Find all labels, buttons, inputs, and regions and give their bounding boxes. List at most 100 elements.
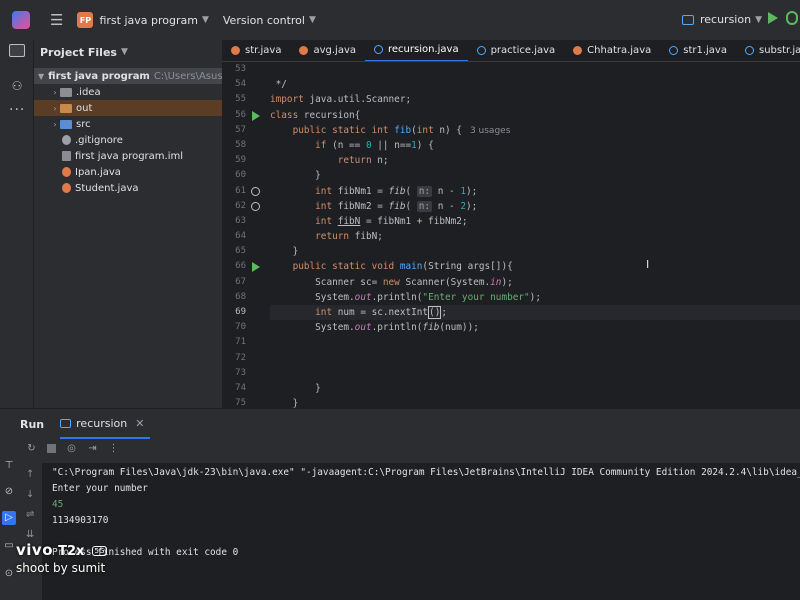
- screenshot-icon[interactable]: ◎: [66, 443, 77, 454]
- tree-item-src[interactable]: › src: [34, 116, 222, 132]
- chevron-down-icon[interactable]: ▼: [202, 15, 209, 25]
- tab-str1-java[interactable]: str1.java: [660, 40, 736, 61]
- tree-item-student[interactable]: Student.java: [34, 180, 222, 196]
- chevron-right-icon[interactable]: ›: [50, 120, 60, 129]
- line-number: 67: [235, 276, 246, 287]
- stop-icon[interactable]: [47, 444, 56, 453]
- chevron-down-icon[interactable]: ▼: [121, 47, 128, 57]
- version-control-icon[interactable]: ⊙: [2, 567, 16, 581]
- code-line: }: [270, 170, 321, 182]
- line-number: 59: [235, 155, 246, 166]
- tree-item-label: Ipan.java: [75, 166, 121, 178]
- more-options-icon[interactable]: ⋮: [108, 443, 119, 454]
- excluded-folder-icon: [60, 103, 72, 113]
- tab-substr-java[interactable]: substr.ja: [736, 40, 800, 61]
- line-number-text: 61: [235, 185, 246, 196]
- usages-hint[interactable]: 3 usages: [470, 126, 510, 136]
- terminal-icon[interactable]: ⊤: [2, 459, 16, 473]
- tree-item-out[interactable]: › out: [34, 100, 222, 116]
- title-bar: ☰ FP first java program ▼ Version contro…: [0, 0, 800, 40]
- project-tree: ▼ first java program C:\Users\Asus\Id › …: [34, 68, 222, 196]
- scroll-down-icon[interactable]: ↓: [26, 489, 34, 500]
- tree-item-idea[interactable]: › .idea: [34, 84, 222, 100]
- run-config-icon: [60, 418, 72, 428]
- code-line: return fibN;: [315, 231, 383, 243]
- soft-wrap-icon[interactable]: ⇌: [26, 509, 34, 520]
- tree-root[interactable]: ▼ first java program C:\Users\Asus\Id: [34, 68, 222, 84]
- exit-icon[interactable]: ⇥: [87, 443, 98, 454]
- tree-item-label: Student.java: [75, 182, 139, 194]
- line-number-text: 56: [235, 109, 246, 120]
- run-config-icon: [681, 14, 694, 25]
- class-file-icon: [744, 46, 754, 55]
- chevron-down-icon[interactable]: ▼: [38, 72, 44, 81]
- run-toolbar: ↻ ◎ ⇥ ⋮: [26, 443, 119, 454]
- tab-practice-java[interactable]: practice.java: [468, 40, 565, 61]
- line-number-text: 62: [235, 200, 246, 211]
- code-line: System.out.println("Enter your number");: [270, 291, 541, 303]
- run-tab-label: recursion: [76, 416, 128, 430]
- java-file-icon: [62, 183, 71, 193]
- line-number-text: 66: [235, 261, 246, 272]
- project-badge[interactable]: FP: [77, 12, 94, 28]
- line-number: 71: [235, 337, 246, 348]
- project-panel-header[interactable]: Project Files ▼: [34, 40, 222, 64]
- run-configuration-selector[interactable]: recursion ▼: [681, 13, 762, 26]
- close-icon[interactable]: ✕: [135, 417, 144, 430]
- tab-label: recursion.java: [388, 44, 459, 55]
- chevron-right-icon[interactable]: ›: [50, 104, 60, 113]
- console-side-toolbar: ↑ ↓ ⇌ ⇊: [20, 463, 42, 600]
- param-hint: n:: [416, 185, 433, 197]
- project-panel: Project Files ▼ ▼ first java program C:\…: [34, 40, 222, 408]
- tab-recursion-java[interactable]: recursion.java: [365, 40, 468, 61]
- code-area[interactable]: */ import java.util.Scanner; class recur…: [270, 62, 800, 409]
- project-selector[interactable]: first java program: [99, 14, 198, 27]
- tab-label: str.java: [245, 45, 282, 56]
- intellij-logo-icon[interactable]: [12, 11, 30, 29]
- chevron-right-icon[interactable]: ›: [50, 88, 60, 97]
- line-number: 60: [235, 170, 246, 181]
- line-number: 63: [235, 215, 246, 226]
- run-main-icon[interactable]: [252, 262, 260, 273]
- debug-icon[interactable]: [786, 11, 798, 25]
- code-line: Scanner sc= new Scanner(System.in);: [270, 276, 513, 288]
- problems-icon[interactable]: ▭: [2, 539, 16, 553]
- tree-item-iml[interactable]: first java program.iml: [34, 148, 222, 164]
- code-line: return n;: [337, 155, 389, 167]
- tab-label: substr.ja: [758, 45, 800, 56]
- tab-avg-java[interactable]: avg.java: [290, 40, 365, 61]
- run-tool-icon[interactable]: ▷: [2, 511, 16, 525]
- main-menu-icon[interactable]: ☰: [50, 11, 63, 29]
- tab-chhatra-java[interactable]: Chhatra.java: [564, 40, 660, 61]
- console-result-line: 1134903170: [52, 515, 109, 526]
- rerun-icon[interactable]: ↻: [26, 443, 37, 454]
- recursive-call-icon[interactable]: [251, 201, 260, 211]
- chevron-down-icon[interactable]: ▼: [309, 15, 316, 25]
- version-control-menu[interactable]: Version control: [223, 14, 305, 27]
- tree-item-ipan[interactable]: Ipan.java: [34, 164, 222, 180]
- console-output[interactable]: "C:\Program Files\Java\jdk-23\bin\java.e…: [42, 463, 800, 600]
- tree-root-path: C:\Users\Asus\Id: [153, 70, 222, 82]
- tab-run-recursion[interactable]: recursion ✕: [60, 409, 151, 439]
- scroll-up-icon[interactable]: ↑: [26, 469, 34, 480]
- run-class-icon[interactable]: [252, 110, 260, 121]
- run-icon[interactable]: [768, 12, 778, 24]
- structure-icon[interactable]: ⚇: [9, 78, 25, 94]
- watermark-network: 5G: [91, 545, 108, 556]
- project-folder-icon[interactable]: [9, 44, 25, 57]
- recursive-call-icon[interactable]: [251, 186, 260, 196]
- console-prompt-line: Enter your number: [52, 483, 148, 494]
- editor-gutter[interactable]: 53 54 55 56 57 58 59 60 61 62 63 64 65 6…: [222, 62, 270, 408]
- tab-str-java[interactable]: str.java: [222, 40, 290, 61]
- code-line: }: [270, 246, 299, 258]
- scroll-to-end-icon[interactable]: ⇊: [26, 529, 34, 540]
- services-icon[interactable]: ⊘: [2, 485, 16, 499]
- tree-item-gitignore[interactable]: .gitignore: [34, 132, 222, 148]
- more-tools-icon[interactable]: ···: [9, 102, 25, 118]
- tree-item-label: src: [76, 118, 91, 130]
- code-line: int fibN = fibNm1 + fibNm2;: [315, 215, 468, 227]
- tree-item-label: out: [76, 102, 93, 114]
- tree-item-label: first java program.iml: [75, 150, 184, 162]
